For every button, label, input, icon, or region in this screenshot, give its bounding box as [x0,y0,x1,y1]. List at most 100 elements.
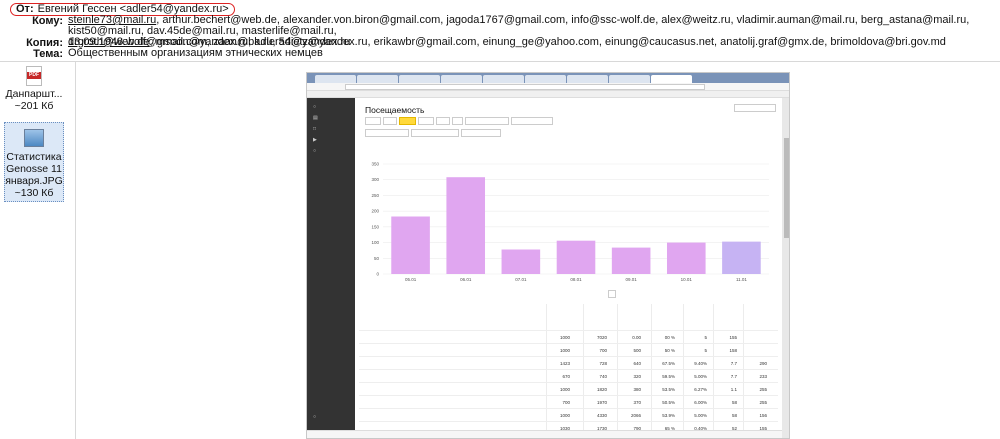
table-cell: 1000 [559,387,570,392]
metrika-sidebar: ○ ▤ □ ▶ ○ ○ [307,98,355,438]
email-header: От: Евгений Гессен <adler54@yandex.ru> Ко… [0,0,1000,62]
to-recipients-line1: , arthur.bechert@web.de, alexander.von.b… [68,14,970,37]
table-cell: 500 [633,348,641,353]
table-cell: 6.00% [694,400,707,405]
table-cell: 58 [731,400,737,405]
table-cell: 2066 [630,413,641,418]
browser-tab [399,75,440,83]
compare-button [411,129,459,137]
browser-tab [315,75,356,83]
table-cell: 740 [599,374,607,379]
from-label: От: [16,3,34,15]
pdf-icon: PDF [26,66,42,86]
sidebar-item: ▤ [313,115,318,121]
browser-tab [609,75,650,83]
attachments-panel: PDF Данпаршт... ~201 Кб Статистика Genos… [0,62,76,439]
browser-tab [483,75,524,83]
period-button [383,117,397,125]
browser-tab [525,75,566,83]
table-cell: 1423 [559,361,570,366]
attachment-size: ~201 Кб [14,100,54,112]
table-cell: 6.27% [694,387,707,392]
x-tick-label: 10.01 [681,277,693,282]
attachment-name-3: января.JPG [5,175,63,187]
table-cell: 640 [633,361,641,366]
table-cell: 1000 [559,413,570,418]
y-tick-label: 300 [371,177,379,182]
browser-tab [441,75,482,83]
chart-bar [666,242,706,274]
sidebar-item: □ [313,126,317,132]
browser-address-bar [307,83,789,91]
embedded-screenshot[interactable]: ○ ▤ □ ▶ ○ ○ Посещаемость 0 50 100 150 200 250… [306,72,790,439]
table-cell: 370 [633,400,641,405]
report-table: 1000 7020 0.00 00 % 5 155 1000 700 500 50 % 5 158 14… [359,304,778,438]
scrollbar[interactable] [782,98,789,438]
sidebar-item: ▶ [313,137,317,143]
browser-tab [357,75,398,83]
table-cell: 158 [729,348,737,353]
metrika-report: Посещаемость 0 50 100 150 200 250 300 350 05.01 0… [355,98,782,438]
table-cell: 5.00% [694,374,707,379]
x-tick-label: 07.01 [515,277,527,282]
table-cell: 00 % [664,335,675,340]
x-tick-label: 11.01 [736,277,747,282]
chart-bar [611,247,651,274]
table-row[interactable]: 1000 7020 0.00 00 % 5 155 [359,330,778,342]
table-cell: 670 [562,374,570,379]
table-row[interactable]: 1000 1820 380 53.5% 6.27% 1.1 255 [359,382,778,394]
table-cell: 67.5% [662,361,675,366]
table-cell: 290 [759,361,767,366]
y-tick-label: 0 [376,272,379,277]
chart-bar [446,177,486,274]
table-cell: 728 [599,361,607,366]
sidebar-item: ○ [313,104,317,110]
table-cell: 7.7 [730,374,737,379]
x-tick-label: 05.01 [405,277,417,282]
report-footer [307,430,782,438]
grouping-dropdown [608,290,616,298]
table-row[interactable]: 1000 4330 2066 53.9% 5.00% 58 156 [359,408,778,420]
bookmarks-bar [307,91,789,98]
segment-button [365,129,409,137]
chart-bar [722,241,761,274]
attachment-name: Данпаршт... [5,88,63,100]
table-cell: 53.5% [662,387,675,392]
table-row[interactable]: 1000 700 500 50 % 5 158 [359,343,778,355]
table-cell: 255 [759,400,767,405]
subject-value: Общественным организациям этнических нем… [68,47,323,59]
table-cell: 5 [704,335,707,340]
table-row[interactable]: 1423 728 640 67.5% 9.40% 7.7 290 [359,356,778,368]
table-cell: 700 [599,348,607,353]
table-cell: 0.00 [632,335,641,340]
table-row[interactable]: 670 740 320 59.5% 5.00% 7.7 233 [359,369,778,381]
table-cell: 5.00% [694,413,707,418]
attachment-pdf[interactable]: PDF Данпаршт... ~201 Кб [4,66,64,112]
page-title: Посещаемость [365,105,425,115]
browser-tab [567,75,608,83]
table-cell: 4330 [596,413,607,418]
table-cell: 1820 [596,387,607,392]
attachment-name-2: Genosse 11 [6,163,62,175]
date-range [465,117,509,125]
table-cell: 700 [562,400,570,405]
period-selector [365,117,553,125]
table-cell: 1000 [559,335,570,340]
sidebar-item: ○ [313,148,317,154]
table-cell: 58 [731,413,737,418]
table-row[interactable]: 700 1970 370 50.5% 6.00% 58 255 [359,395,778,407]
y-tick-label: 350 [371,162,379,167]
attachment-size: ~130 Кб [14,187,54,199]
period-button [418,117,434,125]
y-tick-label: 250 [371,193,379,198]
export-button [734,104,776,112]
x-tick-label: 06.01 [460,277,472,282]
x-tick-label: 09.01 [626,277,638,282]
table-cell: 255 [759,387,767,392]
sidebar-item: ○ [313,414,317,420]
image-icon [24,129,44,147]
browser-tab-strip [307,73,789,83]
table-cell: 53.9% [662,413,675,418]
table-cell: 156 [759,413,767,418]
attachment-image[interactable]: Статистика Genosse 11 января.JPG ~130 Кб [4,122,64,202]
